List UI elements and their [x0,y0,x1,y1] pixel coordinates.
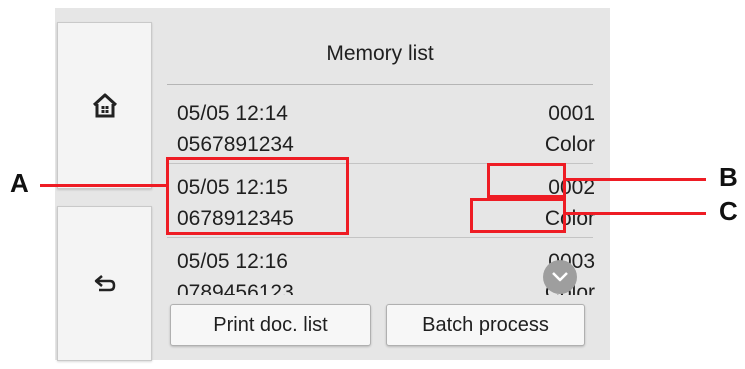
list-title: Memory list [326,42,434,65]
row-transaction-number: 0001 [548,102,595,125]
list-item[interactable]: 05/05 12:14 0567891234 0001 Color [167,90,595,164]
home-icon [92,93,117,117]
home-button[interactable] [57,22,152,189]
callout-box-a [166,157,349,235]
row-datetime: 05/05 12:16 [177,250,288,273]
callout-line-b [565,178,706,181]
callout-box-b [487,163,566,198]
callout-line-c [565,212,706,215]
row-fax-number: 0789456123 [177,281,294,295]
chevron-down-icon [552,272,568,282]
callout-label-a: A [10,168,29,198]
callout-line-a [40,184,167,187]
print-doc-list-button[interactable]: Print doc. list [170,304,371,346]
scroll-down-button[interactable] [543,260,577,294]
divider [167,84,593,85]
callout-box-c [470,198,566,233]
callout-label-c: C [719,196,738,226]
row-color-mode: Color [544,133,595,156]
row-datetime: 05/05 12:14 [177,102,288,125]
row-fax-number: 0567891234 [177,133,294,156]
list-item[interactable]: 05/05 12:160789456123 0003Color [167,238,595,295]
batch-process-button[interactable]: Batch process [386,304,585,346]
back-arrow-icon [94,274,115,291]
callout-label-b: B [719,162,738,192]
back-button[interactable] [57,206,152,361]
